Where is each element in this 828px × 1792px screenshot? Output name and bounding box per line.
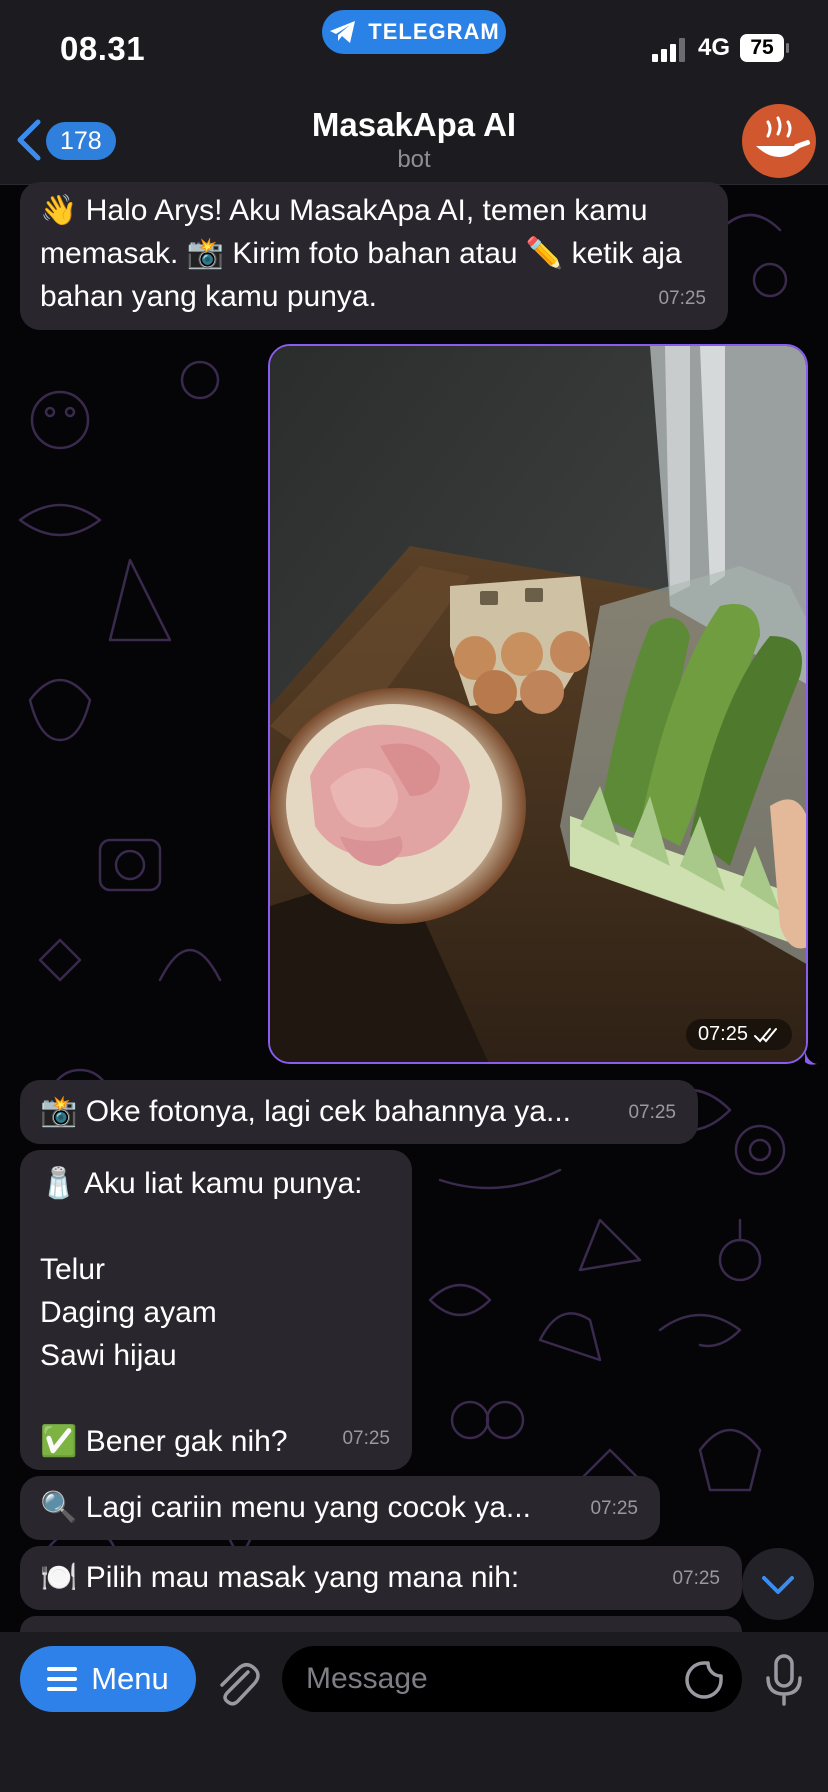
chat-header: 178 MasakApa AI bot (0, 100, 828, 185)
bot-menu-button[interactable]: Menu (20, 1646, 196, 1712)
cellular-signal-icon (652, 38, 685, 62)
message-time: 07:25 (590, 1498, 638, 1519)
message-time: 07:25 (672, 1568, 720, 1589)
chat-subtitle: bot (397, 146, 431, 173)
hamburger-menu-icon (47, 1667, 78, 1691)
scroll-to-bottom-button[interactable] (742, 1548, 814, 1620)
network-type: 4G (698, 34, 731, 61)
message-text: 🍽️ Pilih mau masak yang mana nih: (40, 1561, 520, 1594)
menu-button-label: Menu (91, 1661, 169, 1696)
message-text: 🧂 Aku liat kamu punya: Telur Daging ayam… (40, 1167, 363, 1458)
message-time: 07:25 (342, 1428, 390, 1449)
double-check-icon (754, 1027, 777, 1042)
message-text: 📸 Oke fotonya, lagi cek bahannya ya... (40, 1095, 571, 1128)
message-ingredients[interactable]: 🧂 Aku liat kamu punya: Telur Daging ayam… (20, 1150, 412, 1470)
clock: 08.31 (60, 30, 146, 67)
outgoing-photo-message[interactable]: 07:25 (268, 344, 808, 1064)
message-placeholder: Message (306, 1662, 428, 1695)
message-time: 07:25 (658, 288, 706, 309)
message-time: 07:25 (697, 1023, 748, 1045)
sticker-icon[interactable] (684, 1660, 724, 1700)
message-text: 🔍 Lagi cariin menu yang cocok ya... (40, 1491, 531, 1524)
message-input[interactable]: Message (282, 1646, 742, 1712)
bot-avatar[interactable] (742, 104, 816, 178)
attach-paperclip-icon[interactable] (214, 1658, 260, 1706)
photo-timestamp: 07:25 (685, 1019, 792, 1050)
message-partial[interactable] (20, 1616, 742, 1632)
telegram-pill-label: TELEGRAM (368, 19, 500, 44)
message-time: 07:25 (628, 1102, 676, 1123)
status-bar: 08.31 TELEGRAM 4G 75 (0, 0, 828, 100)
ingredients-photo (270, 346, 806, 1062)
message-input-bar: Menu Message (0, 1632, 828, 1792)
chevron-down-icon (762, 1576, 794, 1594)
telegram-app-pill[interactable]: TELEGRAM (322, 10, 506, 54)
battery-indicator: 75 (740, 34, 789, 62)
microphone-icon[interactable] (764, 1654, 804, 1706)
message-searching[interactable]: 🔍 Lagi cariin menu yang cocok ya... 07:2… (20, 1476, 660, 1540)
message-welcome[interactable]: 👋 Halo Arys! Aku MasakApa AI, temen kamu… (20, 182, 728, 330)
bubble-tail (805, 1050, 817, 1065)
message-checking[interactable]: 📸 Oke fotonya, lagi cek bahannya ya... 0… (20, 1080, 698, 1144)
chat-title[interactable]: MasakApa AI (0, 106, 828, 144)
cooking-pan-icon (756, 116, 810, 157)
message-text: 👋 Halo Arys! Aku MasakApa AI, temen kamu… (40, 194, 682, 313)
telegram-icon (330, 21, 356, 43)
message-choose[interactable]: 🍽️ Pilih mau masak yang mana nih: 07:25 (20, 1546, 742, 1610)
